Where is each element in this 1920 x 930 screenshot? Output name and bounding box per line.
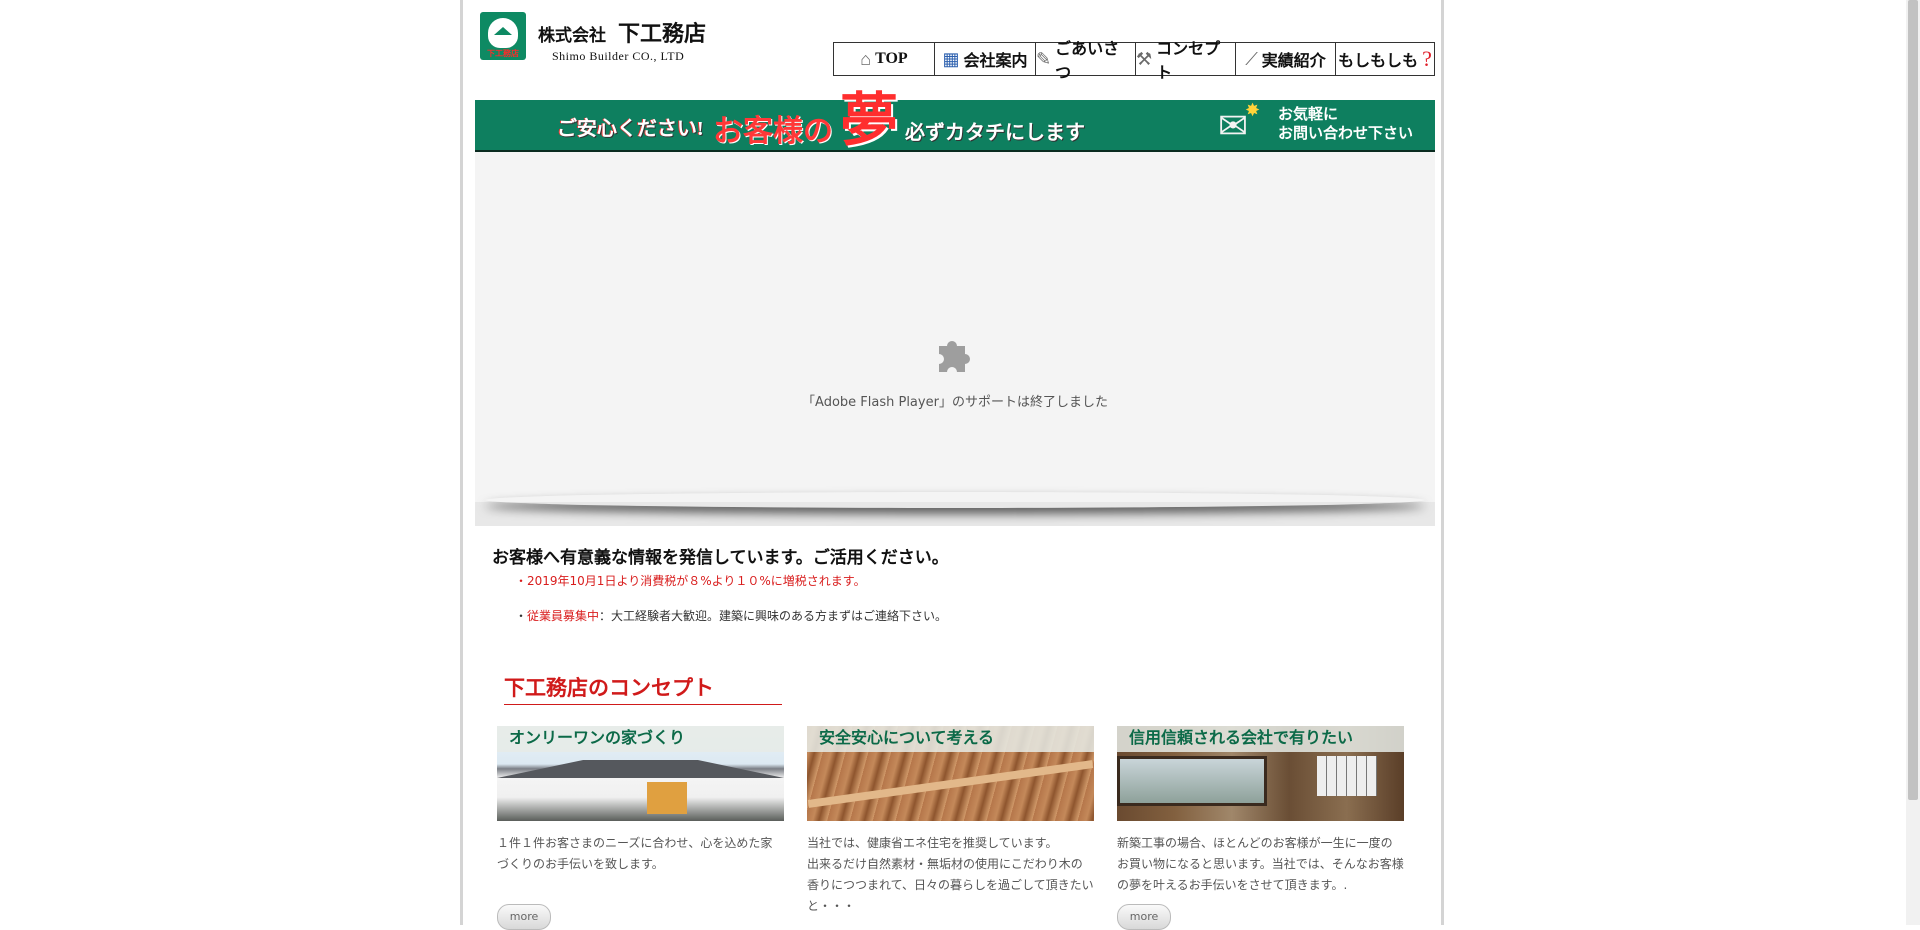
nav-item-concept[interactable]: ⚒ コンセプト <box>1136 41 1236 82</box>
concept-image-room[interactable]: 信用信頼される会社で有りたい <box>1117 726 1404 821</box>
tools-icon: ⚒ <box>1136 48 1153 69</box>
card-label: 信用信頼される会社で有りたい <box>1117 726 1404 752</box>
drafting-icon: ⟋ <box>1245 48 1258 69</box>
card-description: 新築工事の場合、ほとんどのお客様が一生に一度のお買い物になると思います。当社では… <box>1117 836 1404 892</box>
envelope-icon[interactable]: ✉ <box>1218 106 1248 147</box>
company-logo[interactable]: 下工務店 <box>480 12 526 60</box>
nav-item-top[interactable]: ⌂ TOP <box>834 43 935 75</box>
card-label: 安全安心について考える <box>807 726 1094 752</box>
vertical-scrollbar[interactable] <box>1906 0 1920 925</box>
nav-item-company[interactable]: ▦ 会社案内 <box>935 43 1036 75</box>
nav-item-faq[interactable]: もしもしも ? <box>1336 43 1434 75</box>
concept-image-house[interactable]: オンリーワンの家づくり <box>497 726 784 821</box>
company-name-en: Shimo Builder CO., LTD <box>552 49 685 63</box>
banner-text-4: 必ずカタチにします <box>905 122 1085 144</box>
concept-card-oneonly: オンリーワンの家づくり １件１件お客さまのニーズに合わせ、心を込めた家づくりのお… <box>497 726 784 930</box>
concept-heading: 下工務店のコンセプト <box>504 672 782 705</box>
flash-message: 「Adobe Flash Player」のサポートは終了しました <box>802 395 1108 410</box>
banner-text-2: お客様の <box>713 115 833 148</box>
card-label: オンリーワンの家づくり <box>497 726 784 752</box>
building-icon: ▦ <box>942 48 960 69</box>
plugin-puzzle-icon <box>939 341 970 372</box>
slider-shadow <box>475 502 1435 526</box>
more-button[interactable]: more <box>497 904 551 930</box>
house-icon: ⌂ <box>860 48 872 69</box>
nav-item-greeting[interactable]: ✎ ごあいさつ <box>1036 41 1136 82</box>
banner-text-dream: 夢 <box>840 88 899 153</box>
hero-banner: ご安心ください! お客様の 夢 必ずカタチにします ✉ ✸ お気軽に お問い合わ… <box>475 88 1435 153</box>
nav-item-works[interactable]: ⟋ 実績紹介 <box>1236 43 1336 75</box>
main-nav: ⌂ TOP ▦ 会社案内 ✎ ごあいさつ ⚒ コンセプト ⟋ 実績紹介 もしもし… <box>833 41 1435 82</box>
news-item-tax: ・2019年10月1日より消費税が８%より１０%に増税されます。 <box>515 574 866 588</box>
concept-image-wood[interactable]: 安全安心について考える <box>807 726 1094 821</box>
concept-card-safety: 安全安心について考える 当社では、健康省エネ住宅を推奨しています。 出来るだけ自… <box>807 726 1094 917</box>
recruit-highlight[interactable]: 従業員募集中 <box>527 609 599 623</box>
concept-card-trust: 信用信頼される会社で有りたい 新築工事の場合、ほとんどのお客様が一生に一度のお買… <box>1117 726 1404 930</box>
question-icon: ? <box>1422 46 1432 71</box>
sun-icon: ✸ <box>1245 100 1261 121</box>
contact-link[interactable]: お気軽に お問い合わせ下さい <box>1278 106 1413 144</box>
flash-placeholder: 「Adobe Flash Player」のサポートは終了しました <box>475 152 1435 502</box>
more-button[interactable]: more <box>1117 904 1171 930</box>
company-prefix: 株式会社 <box>538 26 606 45</box>
pen-icon: ✎ <box>1036 48 1052 69</box>
page-container: 下工務店 株式会社 下工務店 Shimo Builder CO., LTD ⌂ T… <box>460 0 1444 930</box>
info-title: お客様へ有意義な情報を発信しています。ご活用ください。 <box>492 548 949 568</box>
banner-text-1: ご安心ください! <box>557 118 704 140</box>
scrollbar-thumb[interactable] <box>1908 0 1918 800</box>
logo-mark: 下工務店 <box>487 49 519 58</box>
news-item-recruit: ・従業員募集中：大工経験者大歓迎。建築に興味のある方まずはご連絡下さい。 <box>515 609 948 623</box>
company-name-block: 株式会社 下工務店 Shimo Builder CO., LTD <box>538 16 706 64</box>
card-description: １件１件お客さまのニーズに合わせ、心を込めた家づくりのお手伝いを致します。 <box>497 836 773 871</box>
company-name: 下工務店 <box>618 21 707 46</box>
card-description: 当社では、健康省エネ住宅を推奨しています。 出来るだけ自然素材・無垢材の使用にこ… <box>807 836 1094 913</box>
